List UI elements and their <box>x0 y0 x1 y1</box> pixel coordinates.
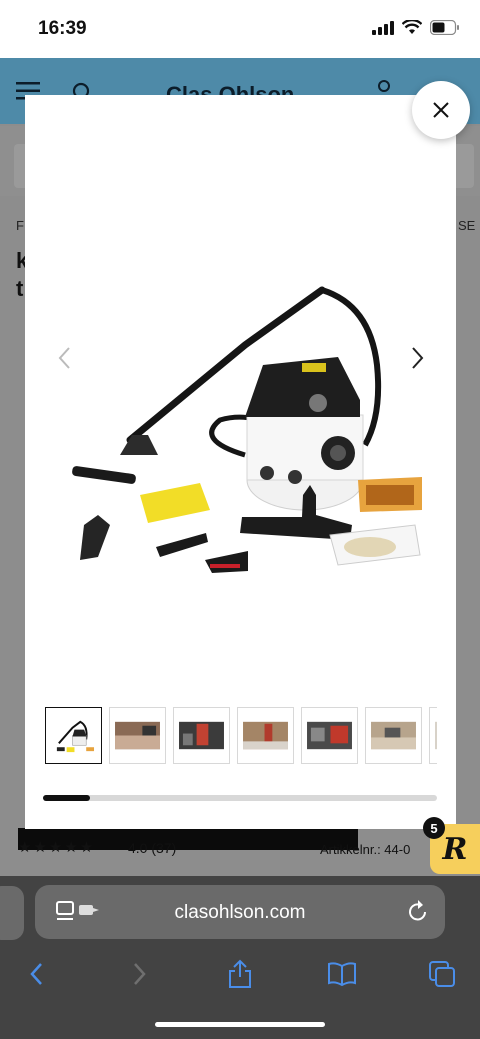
forward-icon <box>134 963 146 985</box>
tabs-icon <box>429 961 455 987</box>
background-heading-fragment-2: t <box>16 276 24 301</box>
thumbnail-partial[interactable] <box>429 707 437 764</box>
image-gallery-modal <box>25 95 456 829</box>
thumbnail-room[interactable] <box>237 707 294 764</box>
partial-thumbnail-image <box>435 721 437 750</box>
status-bar: 16:39 <box>0 0 480 58</box>
close-icon <box>433 102 449 118</box>
book-icon <box>328 962 356 987</box>
battery-icon <box>430 20 459 35</box>
thumbnail-cleaning-carpet[interactable] <box>365 707 422 764</box>
status-time: 16:39 <box>38 18 87 39</box>
browser-toolbar <box>0 954 480 994</box>
cellular-signal-icon <box>372 20 394 35</box>
address-bar[interactable]: clasohlson.com <box>35 885 445 939</box>
home-indicator <box>155 1022 325 1027</box>
back-button[interactable] <box>14 954 58 994</box>
thumbnail-car-seat[interactable] <box>173 707 230 764</box>
extension-count-badge: 5 <box>423 817 445 839</box>
tabs-button[interactable] <box>420 954 464 994</box>
car-interior-thumbnail-image <box>307 721 352 750</box>
share-icon <box>229 959 251 988</box>
background-article-number: Artikkelnr.: 44-0 <box>320 842 411 857</box>
chevron-left-icon <box>58 347 70 369</box>
previous-tab-preview[interactable] <box>0 886 24 940</box>
cleaning-carpet-thumbnail-image <box>371 721 416 750</box>
reload-icon[interactable] <box>407 900 429 924</box>
cleaning-sofa-thumbnail-image <box>115 721 160 750</box>
background-fragment-left: F <box>16 218 24 233</box>
extension-logo: R <box>442 831 468 867</box>
previous-image-button[interactable] <box>49 343 79 373</box>
bookmarks-button[interactable] <box>320 954 364 994</box>
url-text: clasohlson.com <box>174 902 306 923</box>
thumbnail-strip <box>45 707 437 765</box>
vacuum-thumbnail-image <box>56 720 95 753</box>
back-icon <box>30 963 42 985</box>
wifi-icon <box>402 20 422 34</box>
gallery-scroll-progress <box>43 795 437 801</box>
forward-button[interactable] <box>118 954 162 994</box>
thumbnail-vacuum-with-accessories[interactable] <box>45 707 102 764</box>
share-button[interactable] <box>218 954 262 994</box>
status-icons <box>372 20 460 35</box>
next-image-button[interactable] <box>403 343 433 373</box>
browser-chrome: clasohlson.com <box>0 876 480 1039</box>
gallery-scroll-progress-fill <box>43 795 91 801</box>
car-seat-thumbnail-image <box>179 721 224 750</box>
close-gallery-button[interactable] <box>412 81 470 139</box>
thumbnail-car-interior[interactable] <box>301 707 358 764</box>
background-rating-value: 4.0 (37) <box>128 840 177 856</box>
room-thumbnail-image <box>243 721 288 750</box>
product-image[interactable] <box>70 185 430 585</box>
chevron-right-icon <box>412 347 424 369</box>
background-fragment-right: SE <box>458 218 476 233</box>
background-rating-stars: ★★★★★ <box>18 839 96 856</box>
thumbnail-cleaning-sofa[interactable] <box>109 707 166 764</box>
